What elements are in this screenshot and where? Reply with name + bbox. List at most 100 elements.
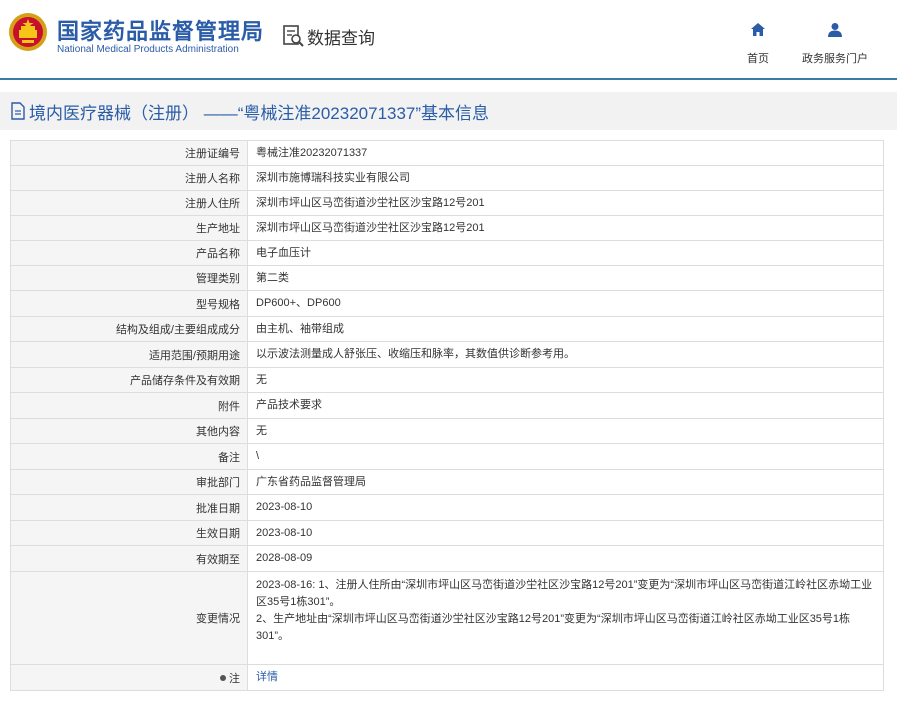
nav-service-portal-label: 政务服务门户	[802, 53, 868, 65]
row-value-text: 产品技术要求	[256, 399, 322, 411]
row-label-text: 其他内容	[196, 426, 240, 438]
site-logo-cn[interactable]: 国家药品监督管理局	[57, 14, 264, 46]
row-value: 第二类	[248, 266, 884, 290]
table-row: 审批部门 广东省药品监督管理局	[11, 470, 884, 495]
row-value-text: 2023-08-16: 1、注册人住所由“深圳市坪山区马峦街道沙坣社区沙宝路12…	[256, 579, 873, 642]
row-value: 以示波法测量成人舒张压、收缩压和脉率，其数值供诊断参考用。	[248, 342, 884, 367]
row-label: 附件	[11, 393, 248, 418]
row-label: 有效期至	[11, 546, 248, 571]
nav-service-portal[interactable]: 政务服务门户	[800, 22, 870, 66]
row-label: 注册证编号	[11, 141, 248, 165]
table-row: 生效日期 2023-08-10	[11, 521, 884, 546]
row-label-text: 产品储存条件及有效期	[130, 375, 240, 387]
info-table: 注册证编号 粤械注准20232071337 注册人名称 深圳市施博瑞科技实业有限公司注…	[10, 140, 884, 691]
row-value-text: 第二类	[256, 271, 289, 284]
table-row: 注册人名称 深圳市施博瑞科技实业有限公司	[11, 166, 884, 191]
home-icon	[751, 23, 765, 36]
document-icon	[11, 102, 25, 120]
row-value-text: 以示波法测量成人舒张压、收缩压和脉率，其数值供诊断参考用。	[256, 348, 575, 360]
row-label: 适用范围/预期用途	[11, 342, 248, 367]
row-value-text: 深圳市施博瑞科技实业有限公司	[256, 171, 410, 184]
row-label: 注	[11, 665, 248, 690]
table-row: 产品储存条件及有效期 无	[11, 368, 884, 393]
table-row: 注册证编号 粤械注准20232071337	[11, 141, 884, 166]
row-label: 结构及组成/主要组成成分	[11, 317, 248, 341]
row-label-text: 变更情况	[196, 613, 240, 625]
row-value-text: DP600+、DP600	[256, 297, 341, 309]
table-row: 结构及组成/主要组成成分 由主机、袖带组成	[11, 317, 884, 342]
row-value: 详情	[248, 665, 884, 690]
row-value-text: \	[256, 450, 260, 462]
row-value-text: 电子血压计	[256, 246, 311, 259]
row-value: 由主机、袖带组成	[248, 317, 884, 341]
row-label-text: 附件	[218, 400, 240, 413]
table-row: 其他内容 无	[11, 419, 884, 444]
row-label: 型号规格	[11, 291, 248, 316]
page-title-bar: 境内医疗器械（注册） ——“粤械注准20232071337”基本信息	[0, 92, 897, 130]
row-value-text: 广东省药品监督管理局	[256, 475, 366, 488]
search-document-icon	[283, 25, 304, 47]
row-label: 产品储存条件及有效期	[11, 368, 248, 392]
table-row: 变更情况 2023-08-16: 1、注册人住所由“深圳市坪山区马峦街道沙坣社区沙…	[11, 572, 884, 665]
row-label-text: 产品名称	[196, 248, 240, 260]
row-label: 变更情况	[11, 572, 248, 664]
row-label-text: 批准日期	[196, 502, 240, 515]
row-label: 注册人名称	[11, 166, 248, 190]
table-row: 注册人住所 深圳市坪山区马峦街道沙坣社区沙宝路12号201	[11, 191, 884, 216]
row-value-text: 2023-08-10	[256, 501, 313, 513]
row-value-text: 粤械注准20232071337	[256, 146, 368, 159]
row-label-text: 型号规格	[196, 298, 240, 311]
row-value: 电子血压计	[248, 241, 884, 265]
row-label: 生产地址	[11, 216, 248, 240]
header-divider	[0, 78, 897, 80]
row-value: 广东省药品监督管理局	[248, 470, 884, 494]
row-label-text: 注册人住所	[185, 198, 240, 210]
row-label: 生效日期	[11, 521, 248, 545]
row-value-text: 2023-08-10	[256, 526, 313, 539]
table-row: 管理类别 第二类	[11, 266, 884, 291]
row-value: 产品技术要求	[248, 393, 884, 418]
table-row: 型号规格 DP600+、DP600	[11, 291, 884, 317]
row-label-text: 注	[229, 672, 240, 685]
row-label-text: 生效日期	[196, 528, 240, 540]
row-label-text: 注册人名称	[185, 173, 240, 185]
row-value: 粤械注准20232071337	[248, 141, 884, 165]
table-row: 批准日期 2023-08-10	[11, 495, 884, 521]
nav-home-label: 首页	[747, 53, 769, 65]
row-value: 无	[248, 368, 884, 392]
row-label-text: 结构及组成/主要组成成分	[115, 324, 240, 336]
page-title: 境内医疗器械（注册） ——“粤械注准20232071337”基本信息	[29, 103, 490, 123]
row-value-text: 无	[256, 424, 267, 437]
row-label-text: 审批部门	[196, 477, 240, 489]
row-value: \	[248, 444, 884, 469]
row-value: 2023-08-10	[248, 495, 884, 520]
data-query-label: 数据查询	[307, 28, 375, 48]
table-row: 有效期至 2028-08-09	[11, 546, 884, 572]
row-value: 2023-08-16: 1、注册人住所由“深圳市坪山区马峦街道沙坣社区沙宝路12…	[248, 572, 884, 664]
table-row: 适用范围/预期用途 以示波法测量成人舒张压、收缩压和脉率，其数值供诊断参考用。	[11, 342, 884, 368]
row-label: 审批部门	[11, 470, 248, 494]
data-query-link[interactable]: 数据查询	[281, 22, 375, 50]
row-value-text: 2028-08-09	[256, 552, 313, 564]
nav-home[interactable]: 首页	[743, 22, 773, 66]
row-label: 注册人住所	[11, 191, 248, 215]
site-logo-en[interactable]: National Medical Products Administration	[57, 44, 239, 55]
table-row: 备注 \	[11, 444, 884, 470]
row-value: 无	[248, 419, 884, 443]
user-icon	[828, 23, 842, 37]
row-value-text: 深圳市坪山区马峦街道沙坣社区沙宝路12号201	[256, 196, 485, 209]
row-label: 产品名称	[11, 241, 248, 265]
row-label-text: 管理类别	[196, 273, 240, 285]
table-row: 产品名称 电子血压计	[11, 241, 884, 266]
table-row: 附件 产品技术要求	[11, 393, 884, 419]
row-value-text: 由主机、袖带组成	[256, 322, 344, 335]
row-value-text: 无	[256, 373, 267, 386]
row-label-text: 备注	[218, 451, 240, 464]
row-value: 2023-08-10	[248, 521, 884, 545]
row-label: 其他内容	[11, 419, 248, 443]
details-link[interactable]: 详情	[256, 669, 278, 686]
row-label: 备注	[11, 444, 248, 469]
table-row: 注 详情	[11, 665, 884, 691]
row-value: 深圳市坪山区马峦街道沙坣社区沙宝路12号201	[248, 191, 884, 215]
row-label: 批准日期	[11, 495, 248, 520]
